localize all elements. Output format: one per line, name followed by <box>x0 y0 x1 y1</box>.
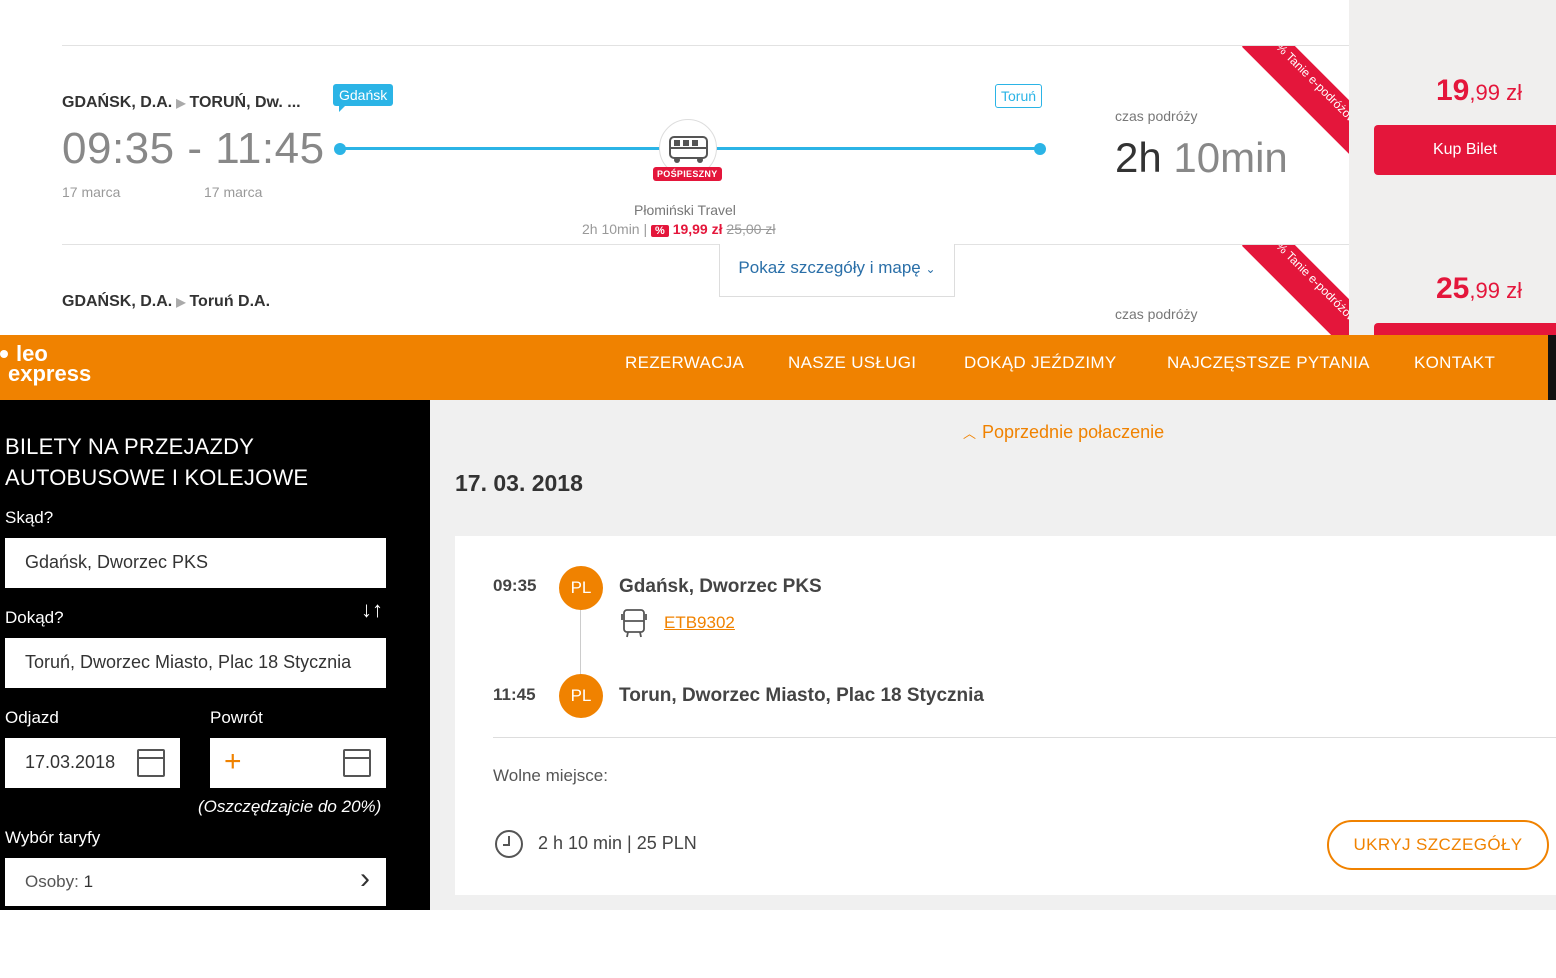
chevron-down-icon: ⌄ <box>925 262 936 276</box>
depart-date-input[interactable]: 17.03.2018 <box>5 738 180 788</box>
timeline-line <box>580 610 581 676</box>
arrival-station: Torun, Dworzec Miasto, Plac 18 Stycznia <box>619 685 984 706</box>
search-sidebar: BILETY NA PRZEJAZDY AUTOBUSOWE I KOLEJOW… <box>0 400 430 910</box>
travel-time-label: czas podróży <box>1115 108 1198 124</box>
ticket-price: 19,99 zł <box>1376 74 1556 108</box>
logo-line-2: express <box>8 361 92 386</box>
price-decimal: ,99 zł <box>1469 80 1522 105</box>
price-decimal: ,99 zł <box>1469 278 1522 303</box>
route-arrow-icon: ▶ <box>176 96 186 110</box>
site-header: leo express REZERWACJA NASZE USŁUGI DOKĄ… <box>0 335 1556 400</box>
nav-destinations[interactable]: DOKĄD JEŹDZIMY <box>964 353 1117 373</box>
buy-ticket-button[interactable] <box>1374 323 1556 335</box>
promo-ribbon: % Tanie e-podróżowanie <box>1239 46 1349 156</box>
route-arrow-icon: ▶ <box>176 295 186 309</box>
departure-time: 09:35 <box>493 576 537 595</box>
route-1: GDAŃSK, D.A. ▶ TORUŃ, Dw. ... <box>62 94 301 112</box>
card-divider <box>493 737 1556 738</box>
bus-icon <box>620 608 648 643</box>
end-dot <box>1034 143 1046 155</box>
free-seats-label: Wolne miejsce: <box>493 766 608 785</box>
return-savings-note: (Oszczędzajcie do 20%) <box>198 797 382 816</box>
start-dot <box>334 143 346 155</box>
persons-select[interactable]: Osoby: 1 › <box>5 858 386 906</box>
arrival-time: 11:45 <box>493 685 536 704</box>
row-divider <box>62 244 1349 245</box>
return-label: Powrót <box>210 708 263 727</box>
fare-summary: 2h 10min | % 19,99 zł 25,00 zł <box>582 221 775 237</box>
travel-time-label: czas podróży <box>1115 306 1198 322</box>
calendar-icon[interactable] <box>137 749 165 777</box>
operator-name: Płomiński Travel <box>634 202 736 218</box>
nav-faq[interactable]: NAJCZĘSTSZE PYTANIA <box>1167 353 1370 373</box>
plus-icon[interactable]: + <box>224 747 242 777</box>
persons-value: 1 <box>83 872 94 891</box>
to-label: Dokąd? <box>5 608 64 627</box>
sidebar-title-line-1: BILETY NA PRZEJAZDY <box>5 434 255 459</box>
nav-kontakt[interactable]: KONTAKT <box>1414 353 1495 373</box>
nav-uslugi[interactable]: NASZE USŁUGI <box>788 353 916 373</box>
route-to: TORUŃ, Dw. ... <box>189 94 301 111</box>
previous-connection-label: Poprzednie połaczenie <box>982 422 1165 442</box>
express-badge: POŚPIESZNY <box>653 167 722 181</box>
persons-label: Osoby: <box>25 872 79 891</box>
from-input[interactable]: Gdańsk, Dworzec PKS <box>5 538 386 588</box>
arrival-country-badge: PL <box>559 674 603 718</box>
bus-results-panel: GDAŃSK, D.A. ▶ TORUŃ, Dw. ... 09:35 - 11:4… <box>0 0 1556 335</box>
hide-details-button[interactable]: UKRYJ SZCZEGÓŁY <box>1327 820 1549 870</box>
promo-ribbon-text: % Tanie e-podróżowanie <box>1241 46 1349 156</box>
tariff-label: Wybór taryfy <box>5 828 101 847</box>
to-city-bubble: Toruń <box>995 84 1043 108</box>
promo-ribbon-text: % Tanie e-podróżowanie <box>1241 245 1349 335</box>
connection-details-panel: ︿ Poprzednie połaczenie 17. 03. 2018 09:3… <box>430 400 1556 910</box>
discount-icon: % <box>651 225 669 237</box>
promo-ribbon: % Tanie e-podróżowanie <box>1239 245 1349 335</box>
logo-mark <box>0 350 8 358</box>
departure-station: Gdańsk, Dworzec PKS <box>619 576 822 597</box>
details-link-label: Pokaż szczegóły i mapę <box>738 258 921 277</box>
summary-old-price: 25,00 zł <box>726 221 776 237</box>
ticket-price: 25,99 zł <box>1376 272 1556 306</box>
nav-rezerwacja[interactable]: REZERWACJA <box>625 353 744 373</box>
route-from: GDAŃSK, D.A. <box>62 94 173 111</box>
buy-ticket-button[interactable]: Kup Bilet <box>1374 125 1556 175</box>
departure-arrival-times: 09:35 - 11:45 <box>62 124 325 173</box>
trip-duration-price: 2 h 10 min | 25 PLN <box>538 833 697 853</box>
departure-country-badge: PL <box>559 566 603 610</box>
route-from: GDAŃSK, D.A. <box>62 293 173 310</box>
duration-hours: 2h <box>1115 134 1162 181</box>
return-date-input[interactable]: + <box>210 738 386 788</box>
previous-connection-link[interactable]: ︿ Poprzednie połaczenie <box>963 422 1164 443</box>
connection-card: 09:35 PL Gdańsk, Dworzec PKS ETB9302 11:… <box>455 536 1556 895</box>
arrival-date: 17 marca <box>204 184 263 200</box>
show-details-map-link[interactable]: Pokaż szczegóły i mapę ⌄ <box>719 244 955 297</box>
ribbon-label: Tanie e-podróżowanie <box>1283 49 1349 143</box>
chevron-right-icon: › <box>360 862 370 895</box>
chevron-up-icon: ︿ <box>963 426 977 441</box>
depart-label: Odjazd <box>5 708 59 727</box>
journey-date: 17. 03. 2018 <box>455 470 583 496</box>
route-2: GDAŃSK, D.A. ▶ Toruń D.A. <box>62 293 270 311</box>
price-integer: 19 <box>1436 74 1470 107</box>
summary-price: 19,99 zł <box>672 221 723 237</box>
swap-icon[interactable]: ↓↑ <box>361 597 383 623</box>
calendar-icon[interactable] <box>343 749 371 777</box>
price-integer: 25 <box>1436 272 1470 305</box>
departure-date: 17 marca <box>62 184 121 200</box>
header-edge <box>1548 335 1556 400</box>
row-divider <box>62 45 1349 46</box>
sidebar-title: BILETY NA PRZEJAZDY AUTOBUSOWE I KOLEJOW… <box>5 431 308 493</box>
summary-duration: 2h 10min | <box>582 221 648 237</box>
to-input[interactable]: Toruń, Dworzec Miasto, Plac 18 Stycznia <box>5 638 386 688</box>
clock-icon <box>495 830 523 858</box>
from-label: Skąd? <box>5 508 54 527</box>
from-city-bubble: Gdańsk <box>333 84 394 112</box>
route-to: Toruń D.A. <box>189 293 271 310</box>
train-code-link[interactable]: ETB9302 <box>664 613 735 633</box>
ribbon-label: Tanie e-podróżowanie <box>1283 248 1349 335</box>
sidebar-title-line-2: AUTOBUSOWE I KOLEJOWE <box>5 465 309 490</box>
depart-date-value: 17.03.2018 <box>25 752 116 772</box>
